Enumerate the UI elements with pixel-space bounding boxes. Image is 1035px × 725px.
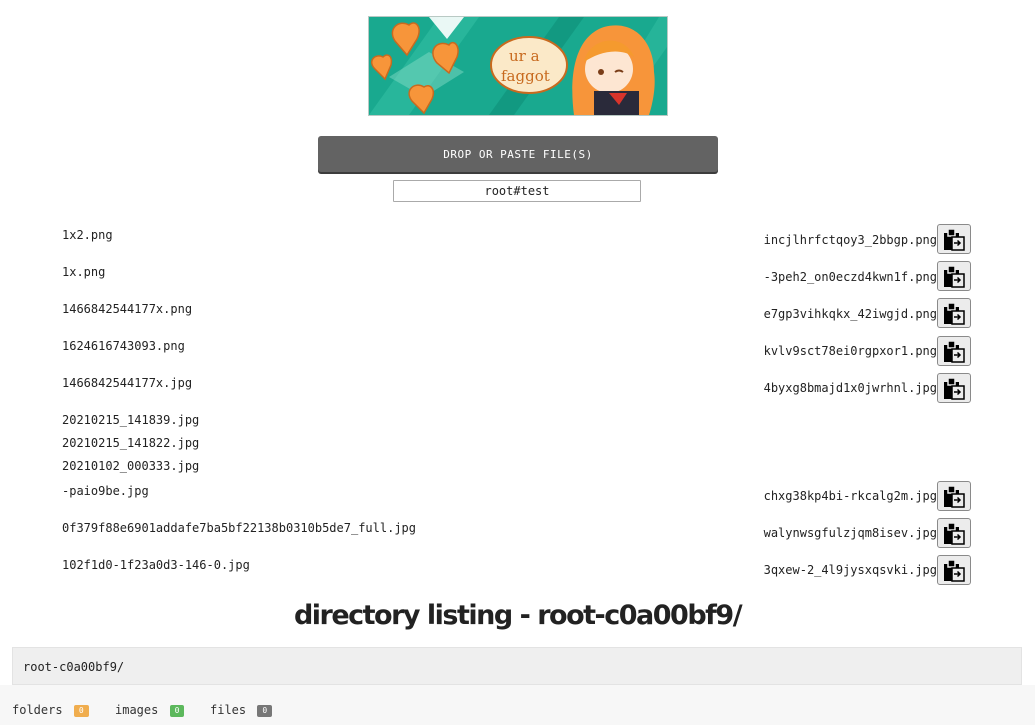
clipboard-paste-icon xyxy=(944,559,965,582)
banner-text-line1: ur a xyxy=(509,47,540,65)
files-stat[interactable]: files 0 xyxy=(210,703,273,717)
file-name-7: 20210215_141822.jpg xyxy=(62,436,200,450)
file-name-6: 20210215_141839.jpg xyxy=(62,413,200,427)
folders-label: folders xyxy=(12,703,63,717)
file-name-5: 1466842544177x.jpg xyxy=(62,376,193,390)
clipboard-paste-icon xyxy=(944,485,965,508)
file-link-5[interactable]: 4byxg8bmajd1x0jwrhnl.jpg xyxy=(764,381,937,395)
drop-or-paste-button[interactable]: DROP OR PASTE FILE(S) xyxy=(318,136,718,172)
file-name-8: 20210102_000333.jpg xyxy=(62,459,200,473)
copy-button-11[interactable] xyxy=(937,555,971,585)
copy-button-10[interactable] xyxy=(937,518,971,548)
folders-count-badge: 0 xyxy=(73,705,89,717)
copy-button-4[interactable] xyxy=(937,336,971,366)
banner-text-line2: faggot xyxy=(501,67,550,85)
copy-button-2[interactable] xyxy=(937,261,971,291)
copy-button-9[interactable] xyxy=(937,481,971,511)
clipboard-paste-icon xyxy=(944,522,965,545)
clipboard-paste-icon xyxy=(944,265,965,288)
breadcrumb: root-c0a00bf9/ xyxy=(12,647,1022,685)
file-name-4: 1624616743093.png xyxy=(62,339,185,353)
folders-stat[interactable]: folders 0 xyxy=(12,703,89,717)
file-link-9[interactable]: chxg38kp4bi-rkcalg2m.jpg xyxy=(764,489,937,503)
file-name-2: 1x.png xyxy=(62,265,106,279)
file-name-10: 0f379f88e6901addafe7ba5bf22138b0310b5de7… xyxy=(62,521,417,535)
file-link-1[interactable]: incjlhrfctqoy3_2bbgp.png xyxy=(764,233,937,247)
images-count-badge: 0 xyxy=(169,705,185,717)
clipboard-paste-icon xyxy=(944,228,965,251)
breadcrumb-root-link[interactable]: root-c0a00bf9/ xyxy=(23,660,124,674)
images-label: images xyxy=(115,703,159,717)
files-label: files xyxy=(210,703,247,717)
file-link-4[interactable]: kvlv9sct78ei0rgpxor1.png xyxy=(764,344,937,358)
images-stat[interactable]: images 0 xyxy=(115,703,185,717)
clipboard-paste-icon xyxy=(944,302,965,325)
password-input[interactable] xyxy=(393,180,641,202)
copy-button-3[interactable] xyxy=(937,298,971,328)
banner-image: ur a faggot xyxy=(368,16,668,116)
file-name-11: 102f1d0-1f23a0d3-146-0.jpg xyxy=(62,558,250,572)
file-link-2[interactable]: -3peh2_on0eczd4kwn1f.png xyxy=(764,270,937,284)
directory-listing-title: directory listing - root-c0a00bf9/ xyxy=(293,600,743,631)
file-name-3: 1466842544177x.png xyxy=(62,302,193,316)
clipboard-paste-icon xyxy=(944,377,965,400)
files-count-badge: 0 xyxy=(257,705,273,717)
copy-button-5[interactable] xyxy=(937,373,971,403)
clipboard-paste-icon xyxy=(944,340,965,363)
file-link-3[interactable]: e7gp3vihkqkx_42iwgjd.png xyxy=(764,307,937,321)
file-link-11[interactable]: 3qxew-2_4l9jysxqsvki.jpg xyxy=(764,563,937,577)
copy-button-1[interactable] xyxy=(937,224,971,254)
file-name-9: -paio9be.jpg xyxy=(62,484,149,498)
file-name-1: 1x2.png xyxy=(62,228,113,242)
stats-bar: folders 0 images 0 files 0 xyxy=(0,685,1035,725)
file-link-10[interactable]: walynwsgfulzjqm8isev.jpg xyxy=(764,526,937,540)
